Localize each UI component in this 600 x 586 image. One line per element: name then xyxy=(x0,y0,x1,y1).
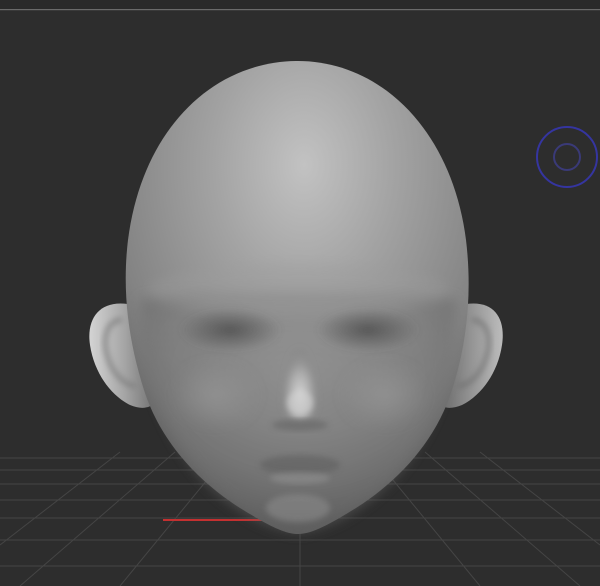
rotation-gizmo-icon[interactable] xyxy=(536,126,598,188)
viewport-scene xyxy=(0,60,600,586)
left-eye-socket xyxy=(178,308,282,352)
3d-viewport[interactable] xyxy=(0,0,600,586)
right-eye-socket xyxy=(316,308,420,352)
chin xyxy=(266,494,330,522)
head-sculpt-icon[interactable] xyxy=(89,60,503,534)
